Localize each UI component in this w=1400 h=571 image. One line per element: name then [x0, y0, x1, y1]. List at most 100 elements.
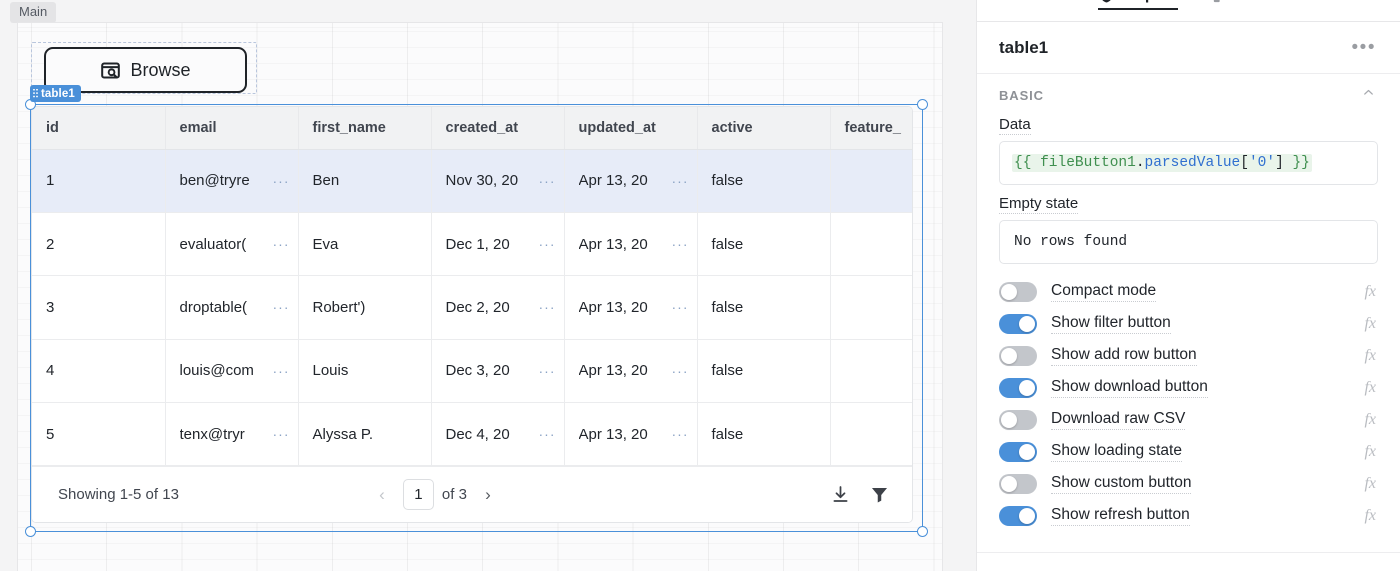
column-header-feature[interactable]: feature_ — [830, 107, 913, 149]
cell-active[interactable]: false — [697, 403, 830, 466]
cell-created-at[interactable]: Dec 2, 20 ··· — [431, 276, 564, 339]
filter-icon[interactable] — [869, 484, 890, 505]
setting-compact-mode[interactable]: Compact mode fx — [977, 276, 1400, 308]
cell-email[interactable]: ben@tryre ··· — [165, 149, 298, 212]
column-header-email[interactable]: email — [165, 107, 298, 149]
section-header-basic[interactable]: BASIC — [977, 74, 1400, 116]
cell-active[interactable]: false — [697, 149, 830, 212]
table-row[interactable]: 2 evaluator( ··· Eva Dec 1, 20 ··· — [32, 212, 913, 275]
fx-button[interactable]: fx — [1364, 315, 1376, 333]
setting-show-download-button[interactable]: Show download button fx — [977, 372, 1400, 404]
toggle-download-raw-csv[interactable] — [999, 410, 1037, 430]
cell-overflow-ellipsis[interactable]: ··· — [273, 173, 290, 189]
cell-overflow-ellipsis[interactable]: ··· — [539, 299, 556, 315]
fx-button[interactable]: fx — [1364, 443, 1376, 461]
setting-show-add-row-button[interactable]: Show add row button fx — [977, 340, 1400, 372]
cell-overflow-ellipsis[interactable]: ··· — [672, 299, 689, 315]
cell-id[interactable]: 3 — [32, 276, 165, 339]
cell-first-name[interactable]: Eva — [298, 212, 431, 275]
cell-overflow-ellipsis[interactable]: ··· — [672, 236, 689, 252]
cell-feature[interactable] — [830, 339, 913, 402]
cell-overflow-ellipsis[interactable]: ··· — [273, 299, 290, 315]
cell-overflow-ellipsis[interactable]: ··· — [672, 426, 689, 442]
cell-feature[interactable] — [830, 212, 913, 275]
setting-download-raw-csv[interactable]: Download raw CSV fx — [977, 404, 1400, 436]
tab-inspect[interactable]: Inspect — [1098, 0, 1178, 9]
page-number-input[interactable]: 1 — [403, 479, 434, 510]
cell-updated-at[interactable]: Apr 13, 20 ··· — [564, 339, 697, 402]
cell-overflow-ellipsis[interactable]: ··· — [539, 236, 556, 252]
toggle-show-download-button[interactable] — [999, 378, 1037, 398]
tab-insert[interactable]: Insert — [1212, 0, 1280, 9]
cell-updated-at[interactable]: Apr 13, 20 ··· — [564, 212, 697, 275]
cell-feature[interactable] — [830, 149, 913, 212]
column-header-active[interactable]: active — [697, 107, 830, 149]
table-widget[interactable]: id email first_name created_at updated_a… — [31, 106, 913, 523]
empty-state-input[interactable]: No rows found — [999, 220, 1378, 264]
cell-email[interactable]: tenx@tryr ··· — [165, 403, 298, 466]
cell-overflow-ellipsis[interactable]: ··· — [273, 236, 290, 252]
column-header-id[interactable]: id — [32, 107, 165, 149]
cell-created-at[interactable]: Nov 30, 20 ··· — [431, 149, 564, 212]
cell-email[interactable]: evaluator( ··· — [165, 212, 298, 275]
toggle-show-refresh-button[interactable] — [999, 506, 1037, 526]
toggle-show-filter-button[interactable] — [999, 314, 1037, 334]
cell-first-name[interactable]: Ben — [298, 149, 431, 212]
data-binding-input[interactable]: {{ fileButton1.parsedValue['0'] }} — [999, 141, 1378, 185]
cell-overflow-ellipsis[interactable]: ··· — [273, 363, 290, 379]
cell-created-at[interactable]: Dec 3, 20 ··· — [431, 339, 564, 402]
cell-first-name[interactable]: Alyssa P. — [298, 403, 431, 466]
fx-button[interactable]: fx — [1364, 411, 1376, 429]
cell-overflow-ellipsis[interactable]: ··· — [672, 363, 689, 379]
cell-id[interactable]: 1 — [32, 149, 165, 212]
setting-show-filter-button[interactable]: Show filter button fx — [977, 308, 1400, 340]
cell-updated-at[interactable]: Apr 13, 20 ··· — [564, 403, 697, 466]
cell-first-name[interactable]: Robert') — [298, 276, 431, 339]
cell-feature[interactable] — [830, 403, 913, 466]
cell-email[interactable]: droptable( ··· — [165, 276, 298, 339]
table-row[interactable]: 5 tenx@tryr ··· Alyssa P. Dec 4, 20 ··· — [32, 403, 913, 466]
setting-show-custom-button[interactable]: Show custom button fx — [977, 468, 1400, 500]
fx-button[interactable]: fx — [1364, 475, 1376, 493]
cell-id[interactable]: 4 — [32, 339, 165, 402]
cell-active[interactable]: false — [697, 276, 830, 339]
cell-overflow-ellipsis[interactable]: ··· — [672, 173, 689, 189]
toggle-compact-mode[interactable] — [999, 282, 1037, 302]
more-options-button[interactable]: ••• — [1352, 38, 1376, 57]
cell-overflow-ellipsis[interactable]: ··· — [273, 426, 290, 442]
drag-handle-icon[interactable] — [33, 89, 38, 99]
prev-page-button[interactable]: ‹ — [369, 480, 395, 510]
cell-created-at[interactable]: Dec 4, 20 ··· — [431, 403, 564, 466]
fx-button[interactable]: fx — [1364, 283, 1376, 301]
toggle-show-add-row-button[interactable] — [999, 346, 1037, 366]
selection-label-pill[interactable]: table1 — [30, 85, 81, 102]
page-tab-main[interactable]: Main — [10, 2, 56, 23]
toggle-show-loading-state[interactable] — [999, 442, 1037, 462]
fx-button[interactable]: fx — [1364, 507, 1376, 525]
cell-active[interactable]: false — [697, 339, 830, 402]
cell-updated-at[interactable]: Apr 13, 20 ··· — [564, 149, 697, 212]
cell-updated-at[interactable]: Apr 13, 20 ··· — [564, 276, 697, 339]
table-row[interactable]: 1 ben@tryre ··· Ben Nov 30, 20 ··· — [32, 149, 913, 212]
download-icon[interactable] — [830, 484, 851, 505]
chevron-up-icon[interactable] — [1361, 85, 1376, 105]
cell-overflow-ellipsis[interactable]: ··· — [539, 426, 556, 442]
cell-created-at[interactable]: Dec 1, 20 ··· — [431, 212, 564, 275]
cell-email[interactable]: louis@com ··· — [165, 339, 298, 402]
setting-show-refresh-button[interactable]: Show refresh button fx — [977, 500, 1400, 532]
cell-overflow-ellipsis[interactable]: ··· — [539, 363, 556, 379]
cell-active[interactable]: false — [697, 212, 830, 275]
cell-overflow-ellipsis[interactable]: ··· — [539, 173, 556, 189]
setting-show-loading-state[interactable]: Show loading state fx — [977, 436, 1400, 468]
cell-id[interactable]: 5 — [32, 403, 165, 466]
table-row[interactable]: 3 droptable( ··· Robert') Dec 2, 20 ··· — [32, 276, 913, 339]
fx-button[interactable]: fx — [1364, 379, 1376, 397]
fx-button[interactable]: fx — [1364, 347, 1376, 365]
table-row[interactable]: 4 louis@com ··· Louis Dec 3, 20 ··· — [32, 339, 913, 402]
column-header-created-at[interactable]: created_at — [431, 107, 564, 149]
next-page-button[interactable]: › — [475, 480, 501, 510]
toggle-show-custom-button[interactable] — [999, 474, 1037, 494]
cell-id[interactable]: 2 — [32, 212, 165, 275]
column-header-first-name[interactable]: first_name — [298, 107, 431, 149]
column-header-updated-at[interactable]: updated_at — [564, 107, 697, 149]
